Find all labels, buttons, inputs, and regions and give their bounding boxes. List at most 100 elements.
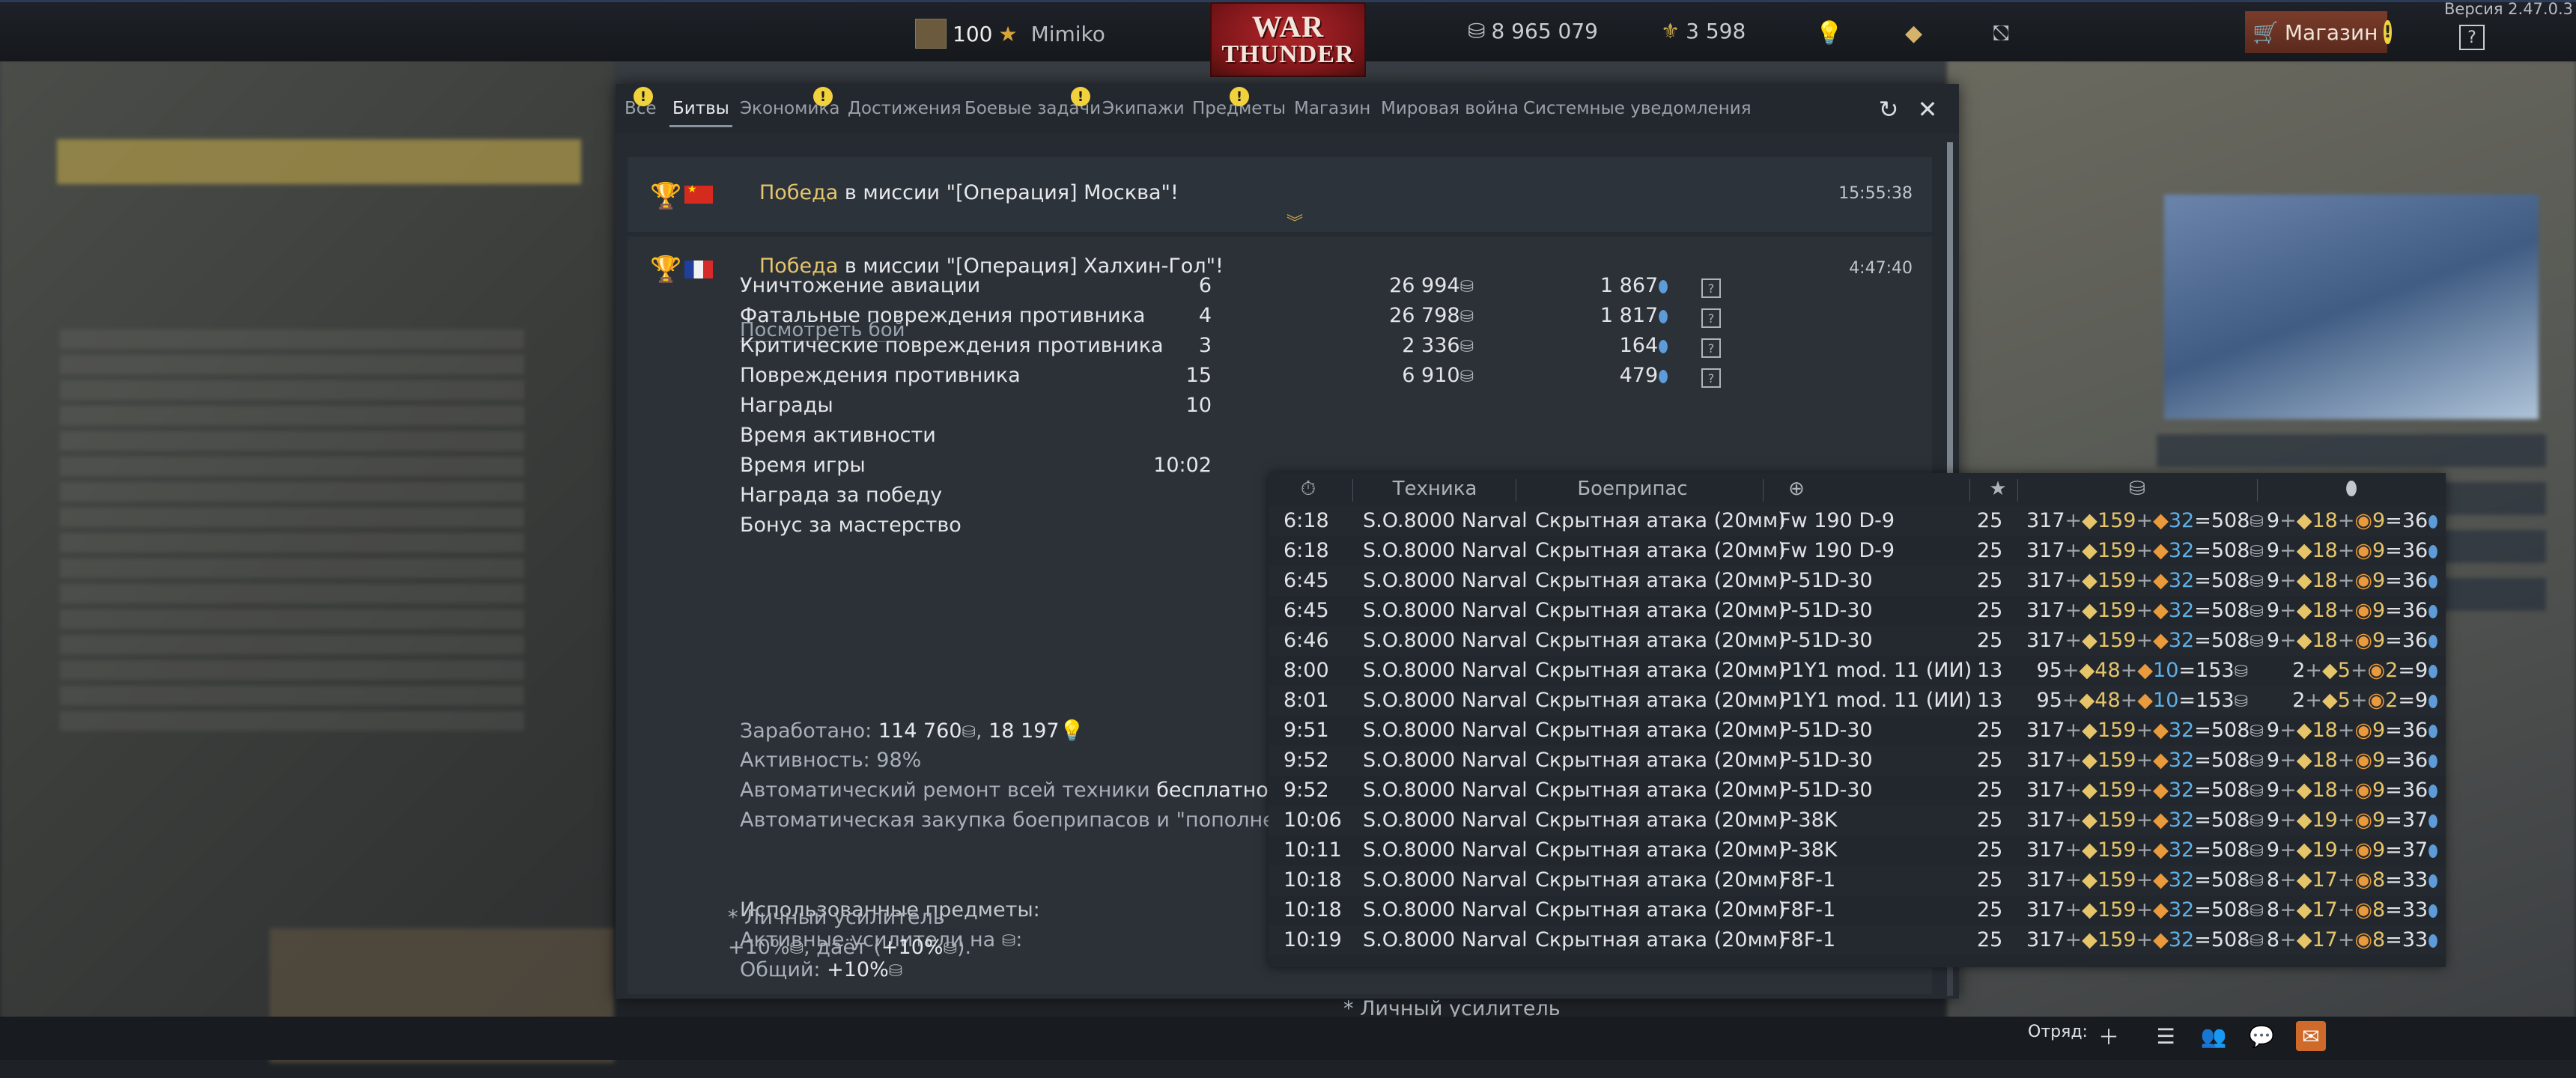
- contacts-icon[interactable]: 👥: [2199, 1021, 2229, 1051]
- question-icon[interactable]: ?: [1701, 308, 1721, 328]
- warning-icon: !: [813, 87, 833, 106]
- row-ammo: Скрытная атака (20мм): [1535, 719, 1786, 742]
- stat-label: Время активности: [740, 424, 936, 447]
- tab-achievements[interactable]: Достижения: [848, 99, 962, 118]
- mail-icon[interactable]: ✉: [2296, 1021, 2326, 1051]
- row-vehicle: S.O.8000 Narval: [1363, 749, 1528, 772]
- tab-world-war[interactable]: Мировая война: [1381, 99, 1519, 118]
- help-icon[interactable]: ?: [2459, 25, 2485, 50]
- silver-lions-icon: ⛁: [2250, 603, 2264, 621]
- row-vehicle: S.O.8000 Narval: [1363, 569, 1528, 592]
- golden-eagles-value: 3 598: [1686, 19, 1746, 43]
- chevron-down-icon[interactable]: ︾: [1287, 210, 1303, 234]
- row-rank: 25: [1977, 719, 2003, 742]
- row-rp-breakdown: 9+◆19+◉9=37⬮: [2266, 838, 2438, 862]
- row-time: 8:01: [1284, 689, 1329, 712]
- row-rp-breakdown: 9+◆18+◉9=36⬮: [2266, 719, 2438, 742]
- row-ammo: Скрытная атака (20мм): [1535, 898, 1786, 922]
- research-points-icon: ⬮: [2428, 603, 2438, 621]
- row-rp-breakdown: 9+◆18+◉9=36⬮: [2266, 779, 2438, 802]
- golden-eagles-icon: ⚜: [1661, 19, 1680, 43]
- research-points-icon: ⬮: [2428, 573, 2438, 591]
- tab-battle-tasks[interactable]: ! Боевые задачи: [965, 87, 1101, 118]
- row-ammo: Скрытная атака (20мм): [1535, 749, 1786, 772]
- research-points-icon: ⬮: [2428, 782, 2438, 801]
- question-icon[interactable]: ?: [1701, 278, 1721, 298]
- shop-label: Магазин: [2284, 19, 2378, 45]
- silver-lions-icon: ⛁: [2250, 543, 2264, 561]
- research-points-icon: ⬮: [1658, 338, 1668, 356]
- row-time: 10:11: [1284, 838, 1342, 862]
- tab-all[interactable]: ! Все: [625, 87, 657, 118]
- stat-label: Уничтожение авиации: [740, 274, 981, 297]
- premium-diamond-icon[interactable]: ◆: [1905, 20, 1922, 46]
- row-time: 6:18: [1284, 539, 1329, 562]
- row-rank: 25: [1977, 749, 2003, 772]
- row-vehicle: S.O.8000 Narval: [1363, 689, 1528, 712]
- research-points-icon: ⬮: [2428, 872, 2438, 891]
- golden-eagles-balance[interactable]: ⚜ 3 598: [1661, 19, 1746, 43]
- rank-star-icon: ★: [1989, 478, 2007, 500]
- tab-battles[interactable]: Битвы: [669, 99, 732, 127]
- notifications-tabs: ! Все Битвы ! Экономика Достижения ! Бое…: [616, 84, 1959, 133]
- silver-lions-icon: ⛁: [789, 940, 804, 958]
- row-time: 10:06: [1284, 808, 1342, 832]
- france-flag-icon: [684, 261, 713, 278]
- silver-lions-icon: ⛁: [2250, 932, 2264, 951]
- row-rp-breakdown: 8+◆17+◉8=33⬮: [2266, 928, 2438, 951]
- tab-economy[interactable]: ! Экономика: [740, 87, 839, 118]
- silver-lions-icon: ⛁: [2250, 782, 2264, 801]
- stat-label: Бонус за мастерство: [740, 514, 962, 537]
- chat-icon[interactable]: 💬: [2247, 1021, 2276, 1051]
- row-silver-breakdown: 317+◆159+◆32=508⛁: [2026, 779, 2264, 802]
- row-time: 6:45: [1284, 569, 1329, 592]
- stat-rp: 1 817⬮: [1600, 304, 1668, 327]
- silver-lions-balance[interactable]: ⛁ 8 965 079: [1468, 19, 1598, 43]
- row-target: P1Y1 mod. 11 (ИИ): [1779, 689, 1972, 712]
- tooltip-row: 10:18 S.O.8000 Narval Скрытная атака (20мм…: [1269, 895, 2446, 925]
- row-rank: 25: [1977, 808, 2003, 832]
- row-time: 10:19: [1284, 928, 1342, 951]
- notification-time: 15:55:38: [1838, 184, 1913, 203]
- tab-shop[interactable]: Магазин: [1294, 99, 1370, 118]
- tooltip-row: 9:52 S.O.8000 Narval Скрытная атака (20мм)…: [1269, 776, 2446, 806]
- row-vehicle: S.O.8000 Narval: [1363, 719, 1528, 742]
- shop-button[interactable]: 🛒 Магазин !: [2245, 11, 2392, 53]
- row-target: P-51D-30: [1779, 569, 1873, 592]
- close-icon[interactable]: ✕: [1911, 93, 1944, 126]
- stat-silver: 26 798⛁: [1389, 304, 1474, 327]
- tab-system-notifications[interactable]: Системные уведомления: [1523, 99, 1752, 118]
- research-points-icon: ⬮: [2428, 513, 2438, 532]
- player-avatar[interactable]: [915, 19, 947, 49]
- row-silver-breakdown: 317+◆159+◆32=508⛁: [2026, 599, 2264, 622]
- research-points-icon: ⬮: [2428, 692, 2438, 711]
- add-squad-member-icon[interactable]: ＋: [2094, 1021, 2124, 1051]
- row-silver-breakdown: 317+◆159+◆32=508⛁: [2026, 838, 2264, 862]
- tooltip-row: 9:51 S.O.8000 Narval Скрытная атака (20мм)…: [1269, 716, 2446, 746]
- row-ammo: Скрытная атака (20мм): [1535, 539, 1786, 562]
- row-rp-breakdown: 9+◆18+◉9=36⬮: [2266, 629, 2438, 652]
- bulb-icon[interactable]: 💡: [1815, 20, 1843, 46]
- row-rank: 25: [1977, 928, 2003, 951]
- row-silver-breakdown: 317+◆159+◆32=508⛁: [2026, 868, 2264, 892]
- china-flag-icon: [684, 183, 713, 204]
- refresh-icon[interactable]: ↻: [1872, 93, 1905, 126]
- tab-items[interactable]: ! Предметы: [1192, 87, 1286, 118]
- warning-icon: !: [1230, 87, 1249, 106]
- warning-icon: !: [2384, 20, 2392, 44]
- row-rp-breakdown: 9+◆19+◉9=37⬮: [2266, 808, 2438, 832]
- bottom-bar: Отряд: ＋ ☰ 👥 💬 ✉: [0, 1017, 2576, 1060]
- coupon-icon[interactable]: ⛞: [1992, 20, 2011, 49]
- player-nickname: Mimiko: [1030, 21, 1105, 46]
- silver-lions-icon: ⛁: [2250, 872, 2264, 891]
- row-target: P-51D-30: [1779, 779, 1873, 802]
- tab-crews[interactable]: Экипажи: [1102, 99, 1185, 118]
- research-points-icon: ⬮: [2428, 812, 2438, 831]
- row-silver-breakdown: 317+◆159+◆32=508⛁: [2026, 629, 2264, 652]
- row-ammo: Скрытная атака (20мм): [1535, 779, 1786, 802]
- question-icon[interactable]: ?: [1701, 368, 1721, 388]
- notification-item[interactable]: 🏆 Победа в миссии "[Операция] Москва"! 1…: [628, 157, 1932, 234]
- player-profile[interactable]: 100 ★ Mimiko: [915, 19, 1105, 49]
- question-icon[interactable]: ?: [1701, 338, 1721, 358]
- list-icon[interactable]: ☰: [2151, 1021, 2181, 1051]
